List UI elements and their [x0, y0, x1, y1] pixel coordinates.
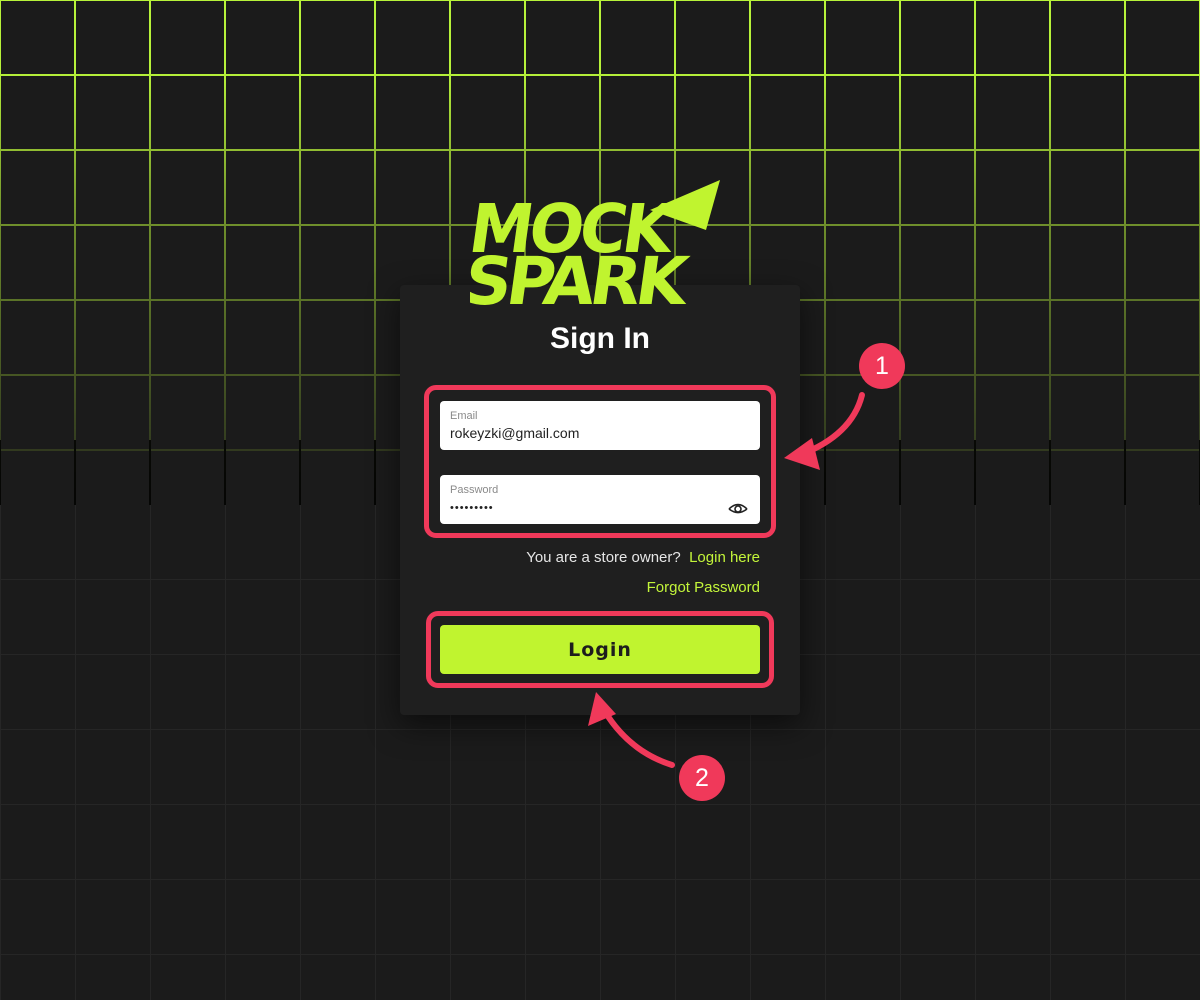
- mockspark-logo: MOCK SPARK: [470, 180, 720, 314]
- annotation-highlight-login: [426, 611, 774, 688]
- logo-line2: SPARK: [470, 242, 696, 314]
- annotation-highlight-credentials: [424, 385, 776, 538]
- annotation-badge-2: 2: [679, 755, 725, 801]
- annotation-badge-1: 1: [859, 343, 905, 389]
- store-owner-login-link[interactable]: Login here: [689, 549, 760, 566]
- signin-title: Sign In: [550, 322, 650, 355]
- forgot-password-row: Forgot Password: [647, 579, 760, 596]
- store-owner-row: You are a store owner? Login here: [526, 549, 760, 566]
- store-owner-prompt: You are a store owner?: [526, 549, 681, 566]
- forgot-password-link[interactable]: Forgot Password: [647, 579, 760, 596]
